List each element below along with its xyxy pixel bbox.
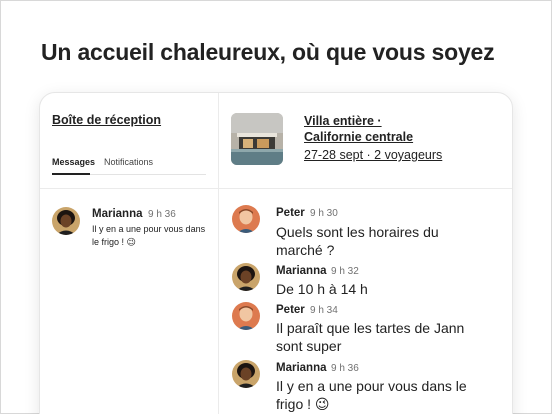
listing-title[interactable]: Villa entière · Californie centrale [304, 113, 434, 145]
messaging-card: Boîte de réception Messages Notification… [39, 92, 513, 414]
tab-messages[interactable]: Messages [52, 157, 95, 167]
inbox-title[interactable]: Boîte de réception [52, 113, 161, 127]
page-headline: Un accueil chaleureux, où que vous soyez [41, 39, 495, 65]
avatar-marianna [232, 360, 260, 388]
message-time: 9 h 34 [310, 305, 338, 316]
message-sender: Peter [276, 207, 305, 219]
message-sender: Peter [276, 304, 305, 316]
app-frame: Un accueil chaleureux, où que vous soyez… [0, 0, 552, 414]
message-time: 9 h 30 [310, 208, 338, 219]
message-text: Quels sont les horaires du marché ? [276, 224, 439, 258]
inbox-item-name: Marianna [92, 208, 143, 220]
message-sender: Marianna [276, 362, 327, 374]
inbox-item-time: 9 h 36 [148, 209, 176, 220]
listing-dates[interactable]: 27-28 sept · 2 voyageurs [304, 148, 442, 162]
message-text: De 10 h à 14 h [276, 281, 368, 297]
message-text: Il paraît que les tartes de Jann sont su… [276, 320, 465, 354]
tab-notifications[interactable]: Notifications [104, 157, 153, 167]
header-divider [40, 188, 512, 189]
avatar-marianna [52, 207, 80, 235]
active-tab-indicator [52, 173, 90, 175]
avatar-peter [232, 302, 260, 330]
column-divider [218, 93, 219, 414]
message-text: Il y en a une pour vous dans le frigo ! … [276, 378, 467, 412]
message-sender: Marianna [276, 265, 327, 277]
avatar-peter [232, 205, 260, 233]
listing-thumbnail[interactable] [231, 113, 283, 165]
message-time: 9 h 36 [331, 363, 359, 374]
inbox-item-preview: Il y en a une pour vous dans le frigo ! … [92, 224, 206, 247]
message-time: 9 h 32 [331, 266, 359, 277]
avatar-marianna [232, 263, 260, 291]
